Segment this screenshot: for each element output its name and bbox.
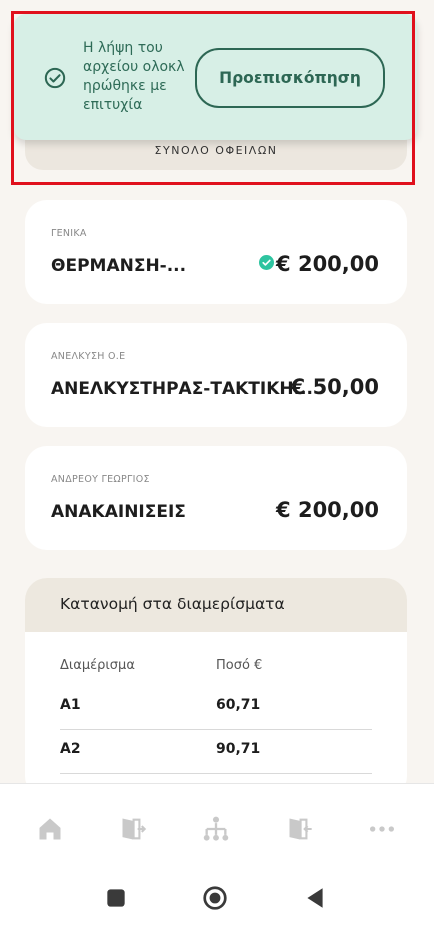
check-badge-icon [259,255,274,270]
row-apartment: A2 [60,741,81,757]
row-amount: 60,71 [216,697,261,713]
home-circle-icon[interactable] [202,885,228,911]
expense-card[interactable]: ΓΕΝΙΚΑ ΘΕΡΜΑΝΣΗ-... € 200,00 [25,200,407,304]
expense-title: ΘΕΡΜΑΝΣΗ-... [51,256,187,276]
allocation-title: Κατανομή στα διαμερίσματα [60,595,285,613]
row-divider [60,729,372,730]
bottom-nav [0,783,434,926]
expense-category: ΓΕΝΙΚΑ [51,228,87,239]
expense-title: ΑΝΑΚΑΙΝΙΣΕΙΣ [51,502,186,522]
expense-category: ΑΝΕΛΚΥΣΗ Ο.Ε [51,351,126,362]
row-amount: 90,71 [216,741,261,757]
back-triangle-icon[interactable] [302,885,328,911]
more-icon[interactable] [368,815,396,843]
expense-category: ΑΝΔΡΕΟΥ ΓΕΩΡΓΙΟΣ [51,474,150,485]
door-in-icon[interactable] [119,815,147,843]
expense-amount: € 50,00 [290,375,379,399]
home-icon[interactable] [36,815,64,843]
recents-square-icon[interactable] [103,885,129,911]
allocation-panel: Κατανομή στα διαμερίσματα Διαμέρισμα Ποσ… [25,578,407,798]
column-amount: Ποσό € [216,658,263,673]
column-apartment: Διαμέρισμα [60,658,135,673]
row-divider [60,773,372,774]
allocation-header: Κατανομή στα διαμερίσματα [25,578,407,632]
row-apartment: A1 [60,697,81,713]
hierarchy-icon[interactable] [202,815,230,843]
expense-card[interactable]: ΑΝΔΡΕΟΥ ΓΕΩΡΓΙΟΣ ΑΝΑΚΑΙΝΙΣΕΙΣ € 200,00 [25,446,407,550]
expense-card[interactable]: ΑΝΕΛΚΥΣΗ Ο.Ε ΑΝΕΛΚΥΣΤΗΡΑΣ-ΤΑΚΤΙΚΗ... € 5… [25,323,407,427]
expense-amount: € 200,00 [276,252,379,276]
expense-amount: € 200,00 [276,498,379,522]
expense-title: ΑΝΕΛΚΥΣΤΗΡΑΣ-ΤΑΚΤΙΚΗ... [51,379,313,399]
highlight-frame [11,11,415,185]
door-out-icon[interactable] [286,815,314,843]
